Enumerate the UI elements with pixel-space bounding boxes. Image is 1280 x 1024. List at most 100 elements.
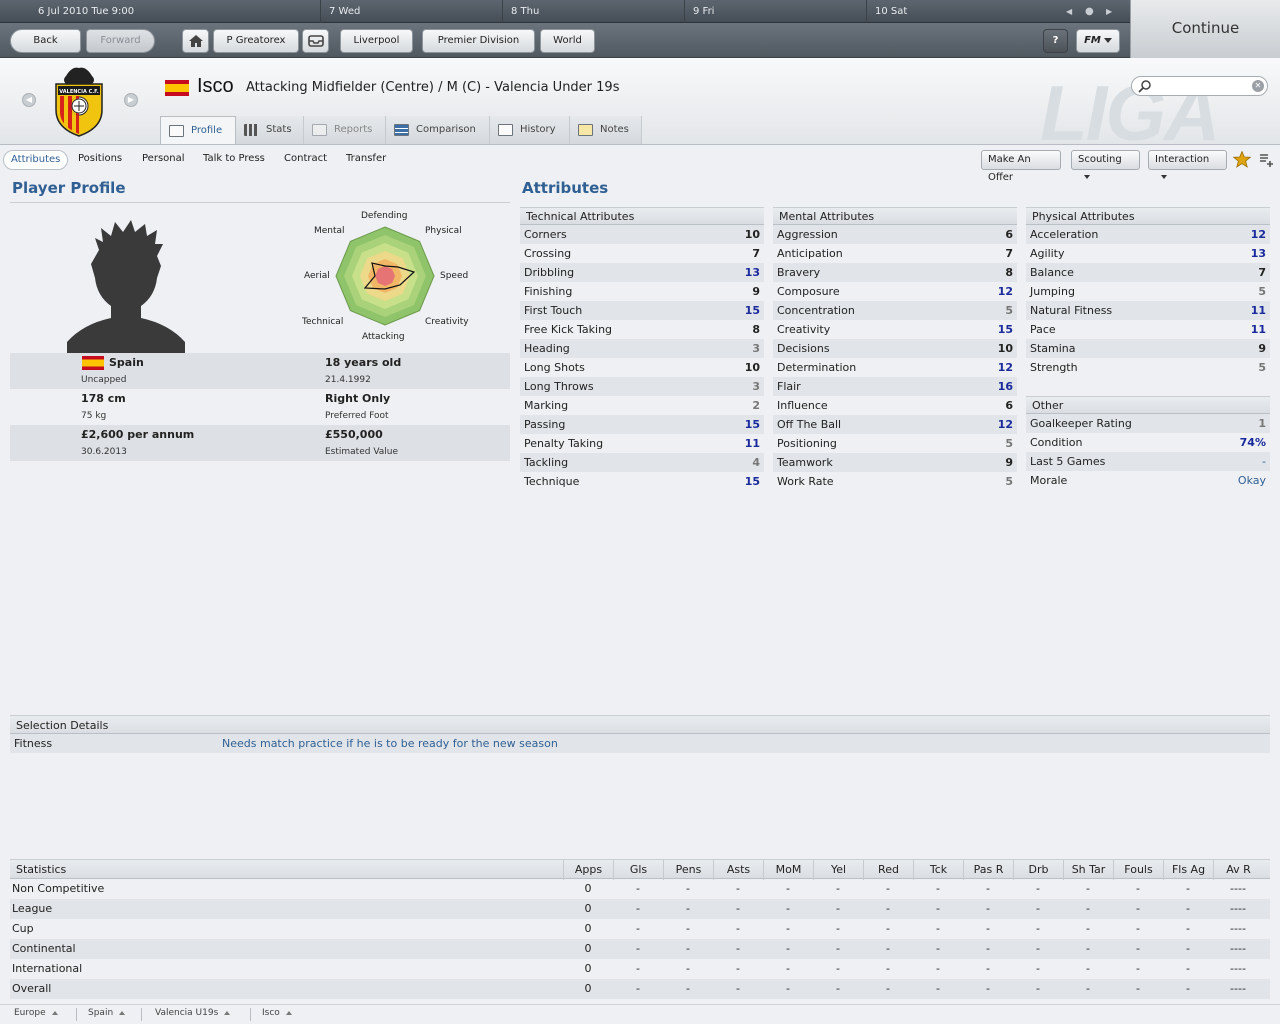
statistics-column-header[interactable]: Fls Ag <box>1163 860 1213 880</box>
attribute-row[interactable]: Composure 12 <box>773 282 1017 301</box>
table-row[interactable]: Overall 0- - - - - - - - - - - - ---- <box>10 979 1270 999</box>
shortlist-star-icon[interactable] <box>1233 151 1251 168</box>
attribute-row[interactable]: Agility 13 <box>1026 244 1270 263</box>
breadcrumb-item[interactable]: Europe <box>14 1008 58 1018</box>
attribute-row[interactable]: Creativity 15 <box>773 320 1017 339</box>
help-button[interactable]: ? <box>1043 29 1068 53</box>
statistics-column-header[interactable]: Asts <box>713 860 763 880</box>
attribute-row[interactable]: Flair 16 <box>773 377 1017 396</box>
competition-menu[interactable]: Premier Division <box>422 29 535 65</box>
subtab-transfer[interactable]: Transfer <box>339 150 393 170</box>
breadcrumb-item[interactable]: Isco <box>262 1008 292 1018</box>
attribute-row[interactable]: Work Rate 5 <box>773 472 1017 491</box>
attribute-row[interactable]: Teamwork 9 <box>773 453 1017 472</box>
table-row[interactable]: Non Competitive 0- - - - - - - - - - - - ---- <box>10 879 1270 899</box>
tab-reports[interactable]: Reports <box>304 116 386 144</box>
forward-button[interactable]: Forward <box>86 29 155 53</box>
tab-history[interactable]: History <box>490 116 570 144</box>
previous-player-button[interactable]: ◀ <box>22 93 36 107</box>
interaction-menu[interactable]: Interaction <box>1148 150 1227 179</box>
statistics-column-header[interactable]: Pens <box>663 860 713 880</box>
back-button[interactable]: Back <box>10 29 81 53</box>
calendar-today-icon[interactable]: ● <box>1085 0 1094 23</box>
attribute-row[interactable]: Anticipation 7 <box>773 244 1017 263</box>
attribute-row[interactable]: Free Kick Taking 8 <box>520 320 764 339</box>
attribute-row[interactable]: Dribbling 13 <box>520 263 764 282</box>
attribute-row[interactable]: Passing 15 <box>520 415 764 434</box>
attribute-row[interactable]: Finishing 9 <box>520 282 764 301</box>
nationality[interactable]: Spain <box>109 356 144 369</box>
attribute-row[interactable]: Heading 3 <box>520 339 764 358</box>
calendar-day[interactable]: 10 Sat <box>866 0 1048 23</box>
search-input[interactable]: ✕ <box>1131 76 1268 96</box>
attribute-row[interactable]: Influence 6 <box>773 396 1017 415</box>
club-menu[interactable]: Liverpool <box>340 29 413 65</box>
tab-comparison[interactable]: Comparison <box>386 116 490 144</box>
attribute-row[interactable]: Last 5 Games - <box>1026 452 1270 471</box>
inbox-button[interactable] <box>302 29 329 53</box>
add-note-icon[interactable] <box>1258 152 1274 168</box>
statistics-column-header[interactable]: Tck <box>913 860 963 880</box>
attribute-row[interactable]: Balance 7 <box>1026 263 1270 282</box>
home-button[interactable] <box>182 29 209 53</box>
table-row[interactable]: Cup 0- - - - - - - - - - - - ---- <box>10 919 1270 939</box>
attribute-row[interactable]: Tackling 4 <box>520 453 764 472</box>
statistics-column-header[interactable]: Yel <box>813 860 863 880</box>
subtab-attributes[interactable]: Attributes <box>3 150 69 170</box>
subtab-positions[interactable]: Positions <box>71 150 129 170</box>
attribute-row[interactable]: Off The Ball 12 <box>773 415 1017 434</box>
subtab-talk-to-press[interactable]: Talk to Press <box>196 150 272 170</box>
attribute-row[interactable]: Positioning 5 <box>773 434 1017 453</box>
attribute-row[interactable]: Technique 15 <box>520 472 764 491</box>
continue-button[interactable]: Continue <box>1130 0 1280 58</box>
statistics-column-header[interactable]: Fouls <box>1113 860 1163 880</box>
attribute-row[interactable]: Stamina 9 <box>1026 339 1270 358</box>
attribute-row[interactable]: Long Shots 10 <box>520 358 764 377</box>
attribute-row[interactable]: Acceleration 12 <box>1026 225 1270 244</box>
calendar-next-icon[interactable]: ▶ <box>1106 0 1112 23</box>
calendar-day-current[interactable]: 6 Jul 2010 Tue 9:00 <box>30 0 320 23</box>
attribute-row[interactable]: Long Throws 3 <box>520 377 764 396</box>
attribute-row[interactable]: Pace 11 <box>1026 320 1270 339</box>
attribute-row[interactable]: Natural Fitness 11 <box>1026 301 1270 320</box>
tab-stats[interactable]: Stats <box>236 116 304 144</box>
statistics-column-header[interactable]: Drb <box>1013 860 1063 880</box>
attribute-row[interactable]: Determination 12 <box>773 358 1017 377</box>
attribute-row[interactable]: Strength 5 <box>1026 358 1270 377</box>
statistics-column-header[interactable]: Pas R <box>963 860 1013 880</box>
statistics-column-header[interactable]: Av R <box>1213 860 1263 880</box>
attribute-row[interactable]: Corners 10 <box>520 225 764 244</box>
manager-menu[interactable]: P Greatorex <box>213 29 299 65</box>
breadcrumb-item[interactable]: Valencia U19s <box>155 1008 231 1018</box>
calendar-day[interactable]: 7 Wed <box>320 0 502 23</box>
attribute-row[interactable]: Jumping 5 <box>1026 282 1270 301</box>
attribute-row[interactable]: First Touch 15 <box>520 301 764 320</box>
subtab-contract[interactable]: Contract <box>277 150 334 170</box>
table-row[interactable]: League 0- - - - - - - - - - - - ---- <box>10 899 1270 919</box>
calendar-day[interactable]: 8 Thu <box>502 0 684 23</box>
statistics-column-header[interactable]: Sh Tar <box>1063 860 1113 880</box>
attribute-row[interactable]: Morale Okay <box>1026 471 1270 490</box>
attribute-row[interactable]: Penalty Taking 11 <box>520 434 764 453</box>
table-row[interactable]: Continental 0- - - - - - - - - - - - ---- <box>10 939 1270 959</box>
world-menu[interactable]: World <box>540 29 595 65</box>
club-crest[interactable]: VALENCIA C.F. <box>52 66 106 138</box>
subtab-personal[interactable]: Personal <box>135 150 192 170</box>
next-player-button[interactable]: ▶ <box>124 93 138 107</box>
attribute-row[interactable]: Bravery 8 <box>773 263 1017 282</box>
statistics-column-header[interactable]: Apps <box>563 860 613 880</box>
calendar-day[interactable]: 9 Fri <box>684 0 866 23</box>
statistics-column-header[interactable]: Red <box>863 860 913 880</box>
attribute-row[interactable]: Condition 74% <box>1026 433 1270 452</box>
attribute-row[interactable]: Marking 2 <box>520 396 764 415</box>
tab-profile[interactable]: Profile <box>160 116 236 144</box>
calendar-prev-icon[interactable]: ◀ <box>1066 0 1072 23</box>
scouting-menu[interactable]: Scouting <box>1071 150 1140 179</box>
tab-notes[interactable]: Notes <box>570 116 642 144</box>
attribute-row[interactable]: Goalkeeper Rating 1 <box>1026 414 1270 433</box>
clear-search-icon[interactable]: ✕ <box>1252 80 1264 92</box>
make-offer-button[interactable]: Make An Offer <box>981 150 1061 183</box>
attribute-row[interactable]: Decisions 10 <box>773 339 1017 358</box>
statistics-column-header[interactable]: MoM <box>763 860 813 880</box>
statistics-column-header[interactable]: Gls <box>613 860 663 880</box>
